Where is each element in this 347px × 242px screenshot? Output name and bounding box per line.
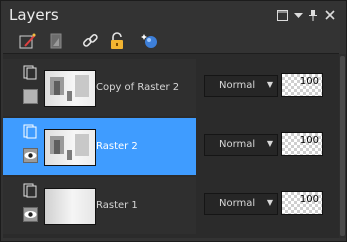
panel-titlebar[interactable]: Layers <box>1 1 346 31</box>
vertical-scrollbar[interactable] <box>339 54 346 238</box>
layers-list: Copy of Raster 2 Normal ▼ 100 Raster 2 N… <box>3 54 339 238</box>
blend-mode-dropdown[interactable]: Normal ▼ <box>204 193 278 215</box>
chevron-down-icon: ▼ <box>266 139 273 148</box>
opacity-field[interactable]: 100 <box>281 73 323 97</box>
blend-mode-dropdown[interactable]: Normal ▼ <box>204 134 278 156</box>
lock-icon[interactable] <box>108 32 126 50</box>
layer-mask-icon[interactable] <box>47 32 65 50</box>
layer-name: Copy of Raster 2 <box>96 82 180 93</box>
blend-mode-value: Normal <box>219 80 256 91</box>
layer-page-icon[interactable] <box>23 65 38 80</box>
opacity-field[interactable]: 100 <box>281 191 323 215</box>
eye-icon[interactable] <box>23 207 38 222</box>
opacity-field[interactable]: 100 <box>281 132 323 156</box>
panel-title: Layers <box>9 6 59 24</box>
layer-name: Raster 2 <box>96 141 138 152</box>
layer-page-icon[interactable] <box>23 124 38 139</box>
opacity-value: 100 <box>299 135 319 146</box>
layers-toolbar <box>1 31 346 53</box>
layer-thumbnail <box>44 129 96 166</box>
maximize-icon[interactable] <box>277 10 288 24</box>
layer-row-selected[interactable]: Raster 2 Normal ▼ 100 <box>3 118 339 175</box>
layer-name: Raster 1 <box>96 200 138 211</box>
visibility-hidden-icon[interactable] <box>23 89 38 104</box>
eye-icon[interactable] <box>23 148 38 163</box>
new-layer-icon[interactable] <box>19 32 37 50</box>
layer-row[interactable]: Raster 1 Normal ▼ 100 <box>3 177 339 234</box>
blend-mode-dropdown[interactable]: Normal ▼ <box>204 75 278 97</box>
chevron-down-icon: ▼ <box>266 198 273 207</box>
layers-panel: Layers Copy of Raster 2 Normal ▼ 100 Ras… <box>0 0 347 242</box>
layer-effects-icon[interactable] <box>141 32 159 50</box>
opacity-value: 100 <box>299 76 319 87</box>
layer-page-icon[interactable] <box>23 183 38 198</box>
blend-mode-value: Normal <box>219 139 256 150</box>
dropdown-arrow-icon[interactable] <box>294 10 303 24</box>
opacity-value: 100 <box>299 194 319 205</box>
blend-mode-value: Normal <box>219 198 256 209</box>
layer-thumbnail <box>44 70 96 107</box>
layer-thumbnail <box>44 188 96 225</box>
link-icon[interactable] <box>81 32 99 50</box>
chevron-down-icon: ▼ <box>266 80 273 89</box>
layer-row[interactable]: Copy of Raster 2 Normal ▼ 100 <box>3 59 339 116</box>
pin-icon[interactable] <box>308 10 318 24</box>
close-icon[interactable] <box>325 10 335 23</box>
scrollbar-thumb[interactable] <box>340 56 345 236</box>
